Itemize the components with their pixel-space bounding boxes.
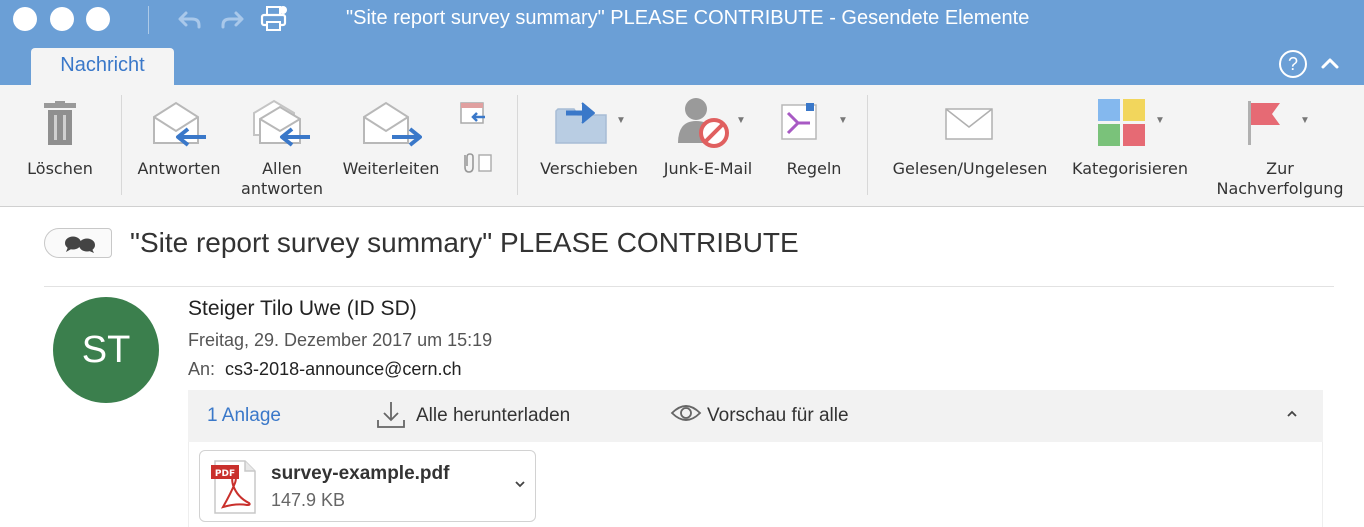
forward-button[interactable]: Weiterleiten bbox=[332, 85, 450, 207]
tab-nachricht[interactable]: Nachricht bbox=[31, 48, 174, 85]
ribbon-tab-row: Nachricht ? bbox=[0, 40, 1364, 85]
move-button[interactable]: ▼ Verschieben bbox=[530, 85, 648, 207]
to-label: An: bbox=[188, 359, 216, 379]
reply-icon bbox=[153, 101, 206, 147]
minimize-window-button[interactable] bbox=[50, 7, 74, 31]
conversation-button[interactable] bbox=[44, 228, 112, 258]
attachment-bar: 1 Anlage Alle herunterladen Vorschau für… bbox=[188, 390, 1323, 442]
preview-all-label: Vorschau für alle bbox=[707, 405, 849, 426]
move-folder-icon bbox=[555, 102, 607, 144]
redo-icon[interactable] bbox=[217, 4, 247, 34]
sender-name[interactable]: Steiger Tilo Uwe (ID SD) bbox=[188, 297, 417, 321]
attachment-list: PDF survey-example.pdf 147.9 KB bbox=[188, 442, 1323, 527]
reply-all-label-line2: antworten bbox=[241, 179, 323, 198]
ribbon-toolbar: Löschen Antworten Allen antworten Weiter… bbox=[0, 85, 1364, 207]
window-titlebar: "Site report survey summary" PLEASE CONT… bbox=[0, 0, 1364, 40]
print-icon[interactable] bbox=[259, 4, 289, 34]
categorize-dropdown-icon[interactable]: ▼ bbox=[1155, 115, 1165, 126]
rules-icon bbox=[781, 103, 817, 140]
reply-all-label-line1: Allen bbox=[262, 159, 302, 178]
attachment-count[interactable]: 1 Anlage bbox=[207, 405, 281, 427]
reply-all-icon bbox=[253, 99, 310, 147]
envelope-icon bbox=[945, 108, 993, 140]
forward-label: Weiterleiten bbox=[342, 159, 440, 178]
reply-label: Antworten bbox=[137, 159, 221, 178]
reply-all-button[interactable]: Allen antworten bbox=[234, 85, 330, 207]
rules-label: Regeln bbox=[786, 159, 842, 178]
read-unread-label: Gelesen/Ungelesen bbox=[892, 159, 1048, 178]
message-subject: "Site report survey summary" PLEASE CONT… bbox=[130, 227, 799, 258]
conversation-bubbles-icon bbox=[65, 236, 95, 253]
follow-up-dropdown-icon[interactable]: ▼ bbox=[1300, 115, 1310, 126]
download-all-label: Alle herunterladen bbox=[416, 405, 571, 426]
pdf-file-icon: PDF bbox=[211, 460, 256, 514]
sender-avatar: ST bbox=[53, 297, 159, 403]
categorize-button[interactable]: ▼ Kategorisieren bbox=[1058, 85, 1202, 207]
sent-date: Freitag, 29. Dezember 2017 um 15:19 bbox=[188, 330, 493, 350]
recipient-address[interactable]: cs3-2018-announce@cern.ch bbox=[225, 359, 461, 379]
help-button[interactable]: ? bbox=[1279, 50, 1307, 78]
junk-button[interactable]: ▼ Junk-E-Mail bbox=[648, 85, 768, 207]
forward-icon bbox=[363, 101, 422, 147]
follow-up-button[interactable]: ▼ Zur Nachverfolgung bbox=[1202, 85, 1358, 207]
delete-label: Löschen bbox=[27, 159, 93, 178]
move-dropdown-icon[interactable]: ▼ bbox=[616, 115, 626, 126]
collapse-attachments-icon[interactable] bbox=[1284, 406, 1300, 422]
junk-blocked-user-icon bbox=[678, 98, 729, 148]
categories-icon bbox=[1098, 99, 1145, 146]
window-title: "Site report survey summary" PLEASE CONT… bbox=[346, 7, 1030, 29]
collapse-ribbon-icon[interactable] bbox=[1318, 52, 1342, 76]
read-unread-button[interactable]: Gelesen/Ungelesen bbox=[882, 85, 1058, 207]
recipient-line: An: cs3-2018-announce@cern.ch bbox=[188, 359, 461, 380]
attachment-filename: survey-example.pdf bbox=[271, 463, 450, 484]
header-divider bbox=[44, 286, 1334, 287]
eye-icon bbox=[670, 405, 702, 421]
rules-dropdown-icon[interactable]: ▼ bbox=[838, 115, 848, 126]
junk-label: Junk-E-Mail bbox=[663, 159, 753, 178]
zoom-window-button[interactable] bbox=[86, 7, 110, 31]
reply-button[interactable]: Antworten bbox=[124, 85, 234, 207]
ribbon-divider bbox=[121, 95, 122, 195]
undo-icon[interactable] bbox=[175, 4, 205, 34]
trash-icon bbox=[44, 101, 76, 145]
attachment-icon[interactable] bbox=[459, 151, 493, 175]
titlebar-divider bbox=[148, 6, 149, 34]
ribbon-divider bbox=[517, 95, 518, 195]
follow-up-label-line2: Nachverfolgung bbox=[1216, 179, 1344, 198]
ribbon-divider bbox=[867, 95, 868, 195]
junk-dropdown-icon[interactable]: ▼ bbox=[736, 115, 746, 126]
close-window-button[interactable] bbox=[13, 7, 37, 31]
download-icon bbox=[377, 402, 405, 428]
chevron-down-icon[interactable] bbox=[513, 477, 527, 491]
meeting-reply-icon[interactable] bbox=[459, 101, 487, 129]
flag-icon bbox=[1248, 101, 1280, 145]
attachment-filesize: 147.9 KB bbox=[271, 490, 346, 510]
attachment-card[interactable]: PDF survey-example.pdf 147.9 KB bbox=[199, 450, 536, 522]
delete-button[interactable]: Löschen bbox=[0, 85, 120, 207]
rules-button[interactable]: ▼ Regeln bbox=[768, 85, 860, 207]
follow-up-label-line1: Zur bbox=[1266, 159, 1294, 178]
move-label: Verschieben bbox=[540, 159, 638, 178]
categorize-label: Kategorisieren bbox=[1072, 159, 1188, 178]
